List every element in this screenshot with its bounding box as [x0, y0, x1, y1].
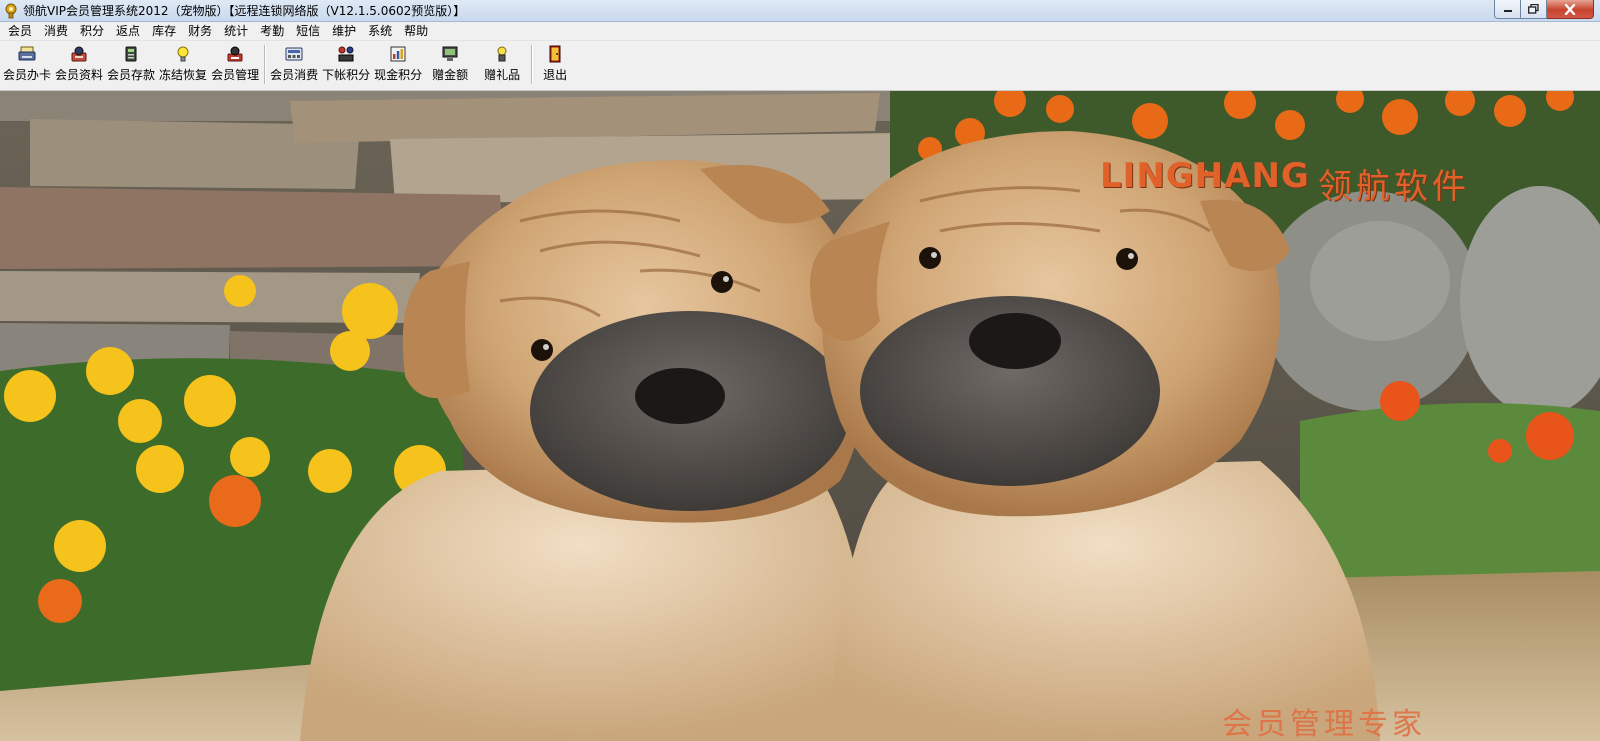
- minimize-icon: [1503, 10, 1512, 12]
- points-transfer-button[interactable]: 下帐积分: [320, 41, 372, 90]
- menu-statistics[interactable]: 统计: [218, 22, 254, 41]
- toolbar-separator: [531, 45, 533, 84]
- card-issue-button[interactable]: 会员办卡: [1, 41, 53, 90]
- toolbar: 会员办卡 会员资料 会员存款 冻结恢复 会员管理 会员消费 下帐积分 现金积分 …: [0, 41, 1600, 91]
- member-profile-icon: [70, 45, 88, 63]
- menu-consume[interactable]: 消费: [38, 22, 74, 41]
- member-manage-icon: [226, 45, 244, 63]
- member-profile-button[interactable]: 会员资料: [53, 41, 105, 90]
- member-consume-button[interactable]: 会员消费: [268, 41, 320, 90]
- lightbulb-icon: [174, 45, 192, 63]
- menu-points[interactable]: 积分: [74, 22, 110, 41]
- menu-member[interactable]: 会员: [2, 22, 38, 41]
- card-printer-icon: [18, 45, 36, 63]
- exit-door-icon: [546, 45, 564, 63]
- menu-help[interactable]: 帮助: [398, 22, 434, 41]
- freeze-restore-button[interactable]: 冻结恢复: [157, 41, 209, 90]
- title-bar: 领航VIP会员管理系统2012（宠物版）【远程连锁网络版（V12.1.5.060…: [0, 0, 1600, 22]
- cash-points-icon: [389, 45, 407, 63]
- brand-logo-text: LINGHANG: [1100, 156, 1310, 196]
- toolbar-separator: [264, 45, 266, 84]
- minimize-button[interactable]: [1494, 0, 1521, 19]
- menu-bar: 会员 消费 积分 返点 库存 财务 统计 考勤 短信 维护 系统 帮助: [0, 22, 1600, 41]
- gold-key-icon: [3, 3, 19, 19]
- gift-icon: [493, 45, 511, 63]
- exit-button[interactable]: 退出: [535, 41, 575, 90]
- menu-attendance[interactable]: 考勤: [254, 22, 290, 41]
- close-button[interactable]: [1547, 0, 1594, 19]
- menu-maintenance[interactable]: 维护: [326, 22, 362, 41]
- register-icon: [285, 45, 303, 63]
- cash-points-button[interactable]: 现金积分: [372, 41, 424, 90]
- brand-name-cn: 领航软件: [1318, 167, 1470, 207]
- slogan-text: 会员管理专家: [1222, 707, 1426, 741]
- maximize-icon: [1528, 4, 1539, 14]
- window-controls: [1494, 0, 1594, 19]
- deposit-icon: [122, 45, 140, 63]
- menu-finance[interactable]: 财务: [182, 22, 218, 41]
- close-icon: [1564, 3, 1576, 15]
- member-manage-button[interactable]: 会员管理: [209, 41, 261, 90]
- splash-area: LINGHANG 领航软件 会员管理专家: [0, 91, 1600, 741]
- menu-inventory[interactable]: 库存: [146, 22, 182, 41]
- menu-sms[interactable]: 短信: [290, 22, 326, 41]
- gift-amount-button[interactable]: 赠金额: [424, 41, 476, 90]
- gift-item-button[interactable]: 赠礼品: [476, 41, 528, 90]
- maximize-button[interactable]: [1521, 0, 1547, 19]
- points-transfer-icon: [337, 45, 355, 63]
- menu-system[interactable]: 系统: [362, 22, 398, 41]
- monitor-icon: [441, 45, 459, 63]
- window-title: 领航VIP会员管理系统2012（宠物版）【远程连锁网络版（V12.1.5.060…: [23, 4, 466, 18]
- member-deposit-button[interactable]: 会员存款: [105, 41, 157, 90]
- menu-rebate[interactable]: 返点: [110, 22, 146, 41]
